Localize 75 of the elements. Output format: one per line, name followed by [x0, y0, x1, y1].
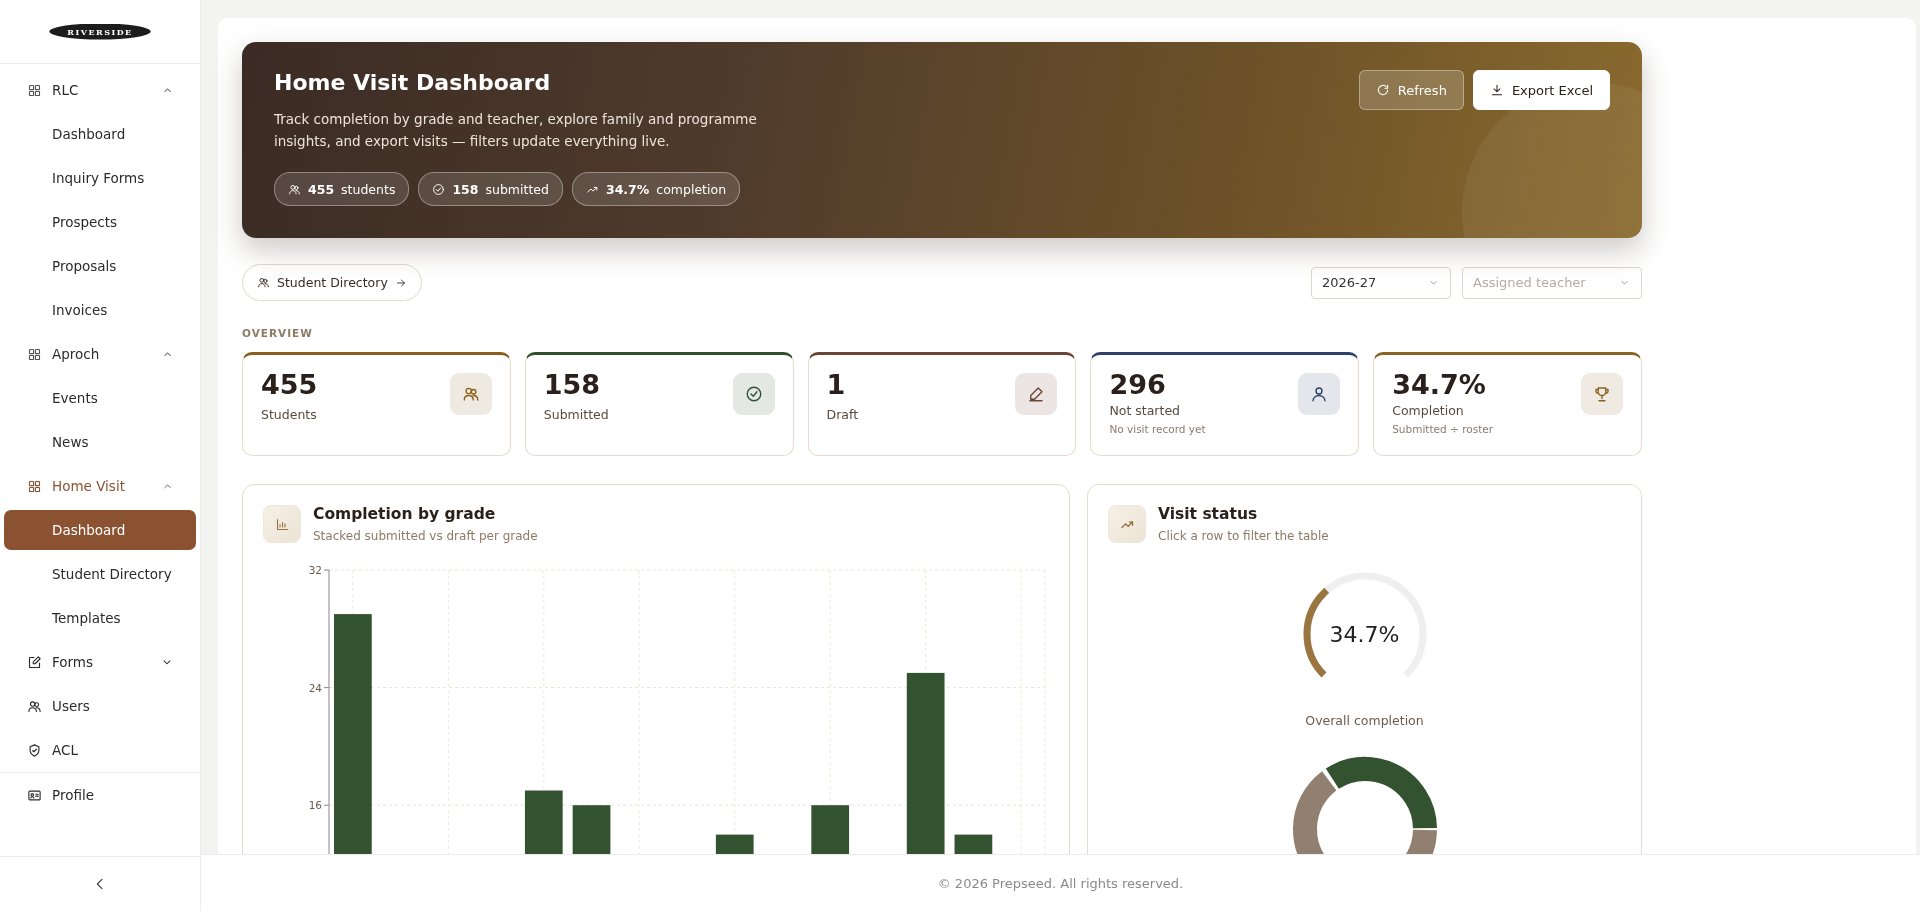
gauge-caption: Overall completion	[1305, 713, 1424, 728]
export-button[interactable]: Export Excel	[1472, 70, 1610, 110]
stat-label: Not started	[1109, 403, 1181, 419]
users-icon	[257, 276, 270, 289]
user-icon	[1310, 385, 1329, 403]
refresh-button[interactable]: Refresh	[1358, 70, 1464, 110]
nav-item[interactable]: Prospects	[4, 202, 196, 242]
stat-label: Students	[261, 407, 318, 423]
grid-icon	[27, 82, 42, 98]
stat-chip: 455 students	[274, 172, 410, 207]
stat-value: 1	[826, 369, 847, 402]
check-circle-icon	[744, 385, 763, 403]
nav-item[interactable]: Dashboard	[4, 114, 196, 154]
nav-item[interactable]: Templates	[4, 598, 196, 638]
directory-link[interactable]: Student Directory	[242, 264, 422, 301]
stat-value: 455	[261, 369, 319, 402]
y-tick: 16	[308, 799, 330, 812]
footer-text: © 2026 Prepseed. All rights reserved.	[201, 854, 1920, 911]
section-label: OVERVIEW	[242, 327, 314, 339]
nav-item[interactable]: Student Directory	[4, 554, 196, 594]
bar	[811, 805, 850, 854]
y-tick: 32	[308, 564, 330, 576]
stat-value: 34.7%	[1392, 369, 1487, 402]
nav-group[interactable]: Aproch	[0, 332, 200, 376]
users-icon	[461, 385, 480, 403]
stat-label: Submitted	[543, 407, 610, 423]
grid-icon	[27, 478, 42, 494]
pencil-icon	[1027, 385, 1046, 403]
download-icon	[1489, 83, 1504, 97]
nav-group[interactable]: Home Visit	[0, 464, 200, 508]
page-title: Home Visit Dashboard	[274, 70, 552, 95]
nav-item[interactable]: Invoices	[4, 290, 196, 330]
bar	[524, 790, 563, 854]
users-icon	[288, 182, 301, 196]
stat-chip: 34.7% completion	[571, 172, 741, 207]
stat-value: 296	[1109, 369, 1167, 402]
nav-group[interactable]: RLC	[0, 68, 200, 112]
check-circle-icon	[432, 182, 446, 196]
shield-check-icon	[27, 742, 42, 758]
id-card-icon	[27, 787, 42, 803]
edit-icon	[27, 654, 42, 670]
page-description: Track completion by grade and teacher, explore family and programme insights, and export visits — filters update everything live.	[274, 110, 758, 151]
card-title: Completion by grade	[313, 505, 497, 523]
nav-item[interactable]: Events	[4, 378, 196, 418]
brand-logo[interactable]: RIVERSIDE	[49, 23, 151, 40]
stat-note: Submitted ÷ roster	[1392, 423, 1495, 436]
stat-note: No visit record yet	[1109, 423, 1207, 436]
stat-label: Completion	[1392, 403, 1465, 419]
trophy-icon	[1593, 385, 1611, 403]
users-icon	[27, 698, 42, 714]
stat-chip: 158 submitted	[418, 172, 563, 207]
nav-item[interactable]: Users	[0, 684, 200, 728]
grid-icon	[27, 346, 42, 362]
nav-group[interactable]: Forms	[0, 640, 200, 684]
y-tick-label: 32	[308, 564, 322, 576]
arrow-right-icon	[394, 276, 407, 289]
stat-label: Draft	[826, 407, 860, 423]
y-tick-label: 16	[308, 799, 323, 812]
card-subtitle: Click a row to filter the table	[1158, 529, 1329, 543]
y-tick: 24	[308, 681, 330, 694]
card-subtitle: Stacked submitted vs draft per grade	[313, 529, 538, 543]
nav-item[interactable]: Dashboard	[4, 510, 196, 550]
refresh-icon	[1375, 83, 1390, 97]
nav-item[interactable]: Proposals	[4, 246, 196, 286]
nav-item[interactable]: News	[4, 422, 196, 462]
nav-item[interactable]: Profile	[0, 773, 200, 817]
y-tick-label: 24	[308, 681, 323, 694]
year-select[interactable]: 2026-27	[1311, 266, 1451, 299]
gauge-value: 34.7%	[1329, 621, 1400, 647]
stat-value: 158	[543, 369, 602, 402]
bar-chart-icon	[274, 516, 290, 532]
card-title: Visit status	[1158, 505, 1259, 523]
bar	[572, 805, 611, 854]
nav-item[interactable]: Inquiry Forms	[4, 158, 196, 198]
nav-item[interactable]: ACL	[0, 728, 200, 772]
